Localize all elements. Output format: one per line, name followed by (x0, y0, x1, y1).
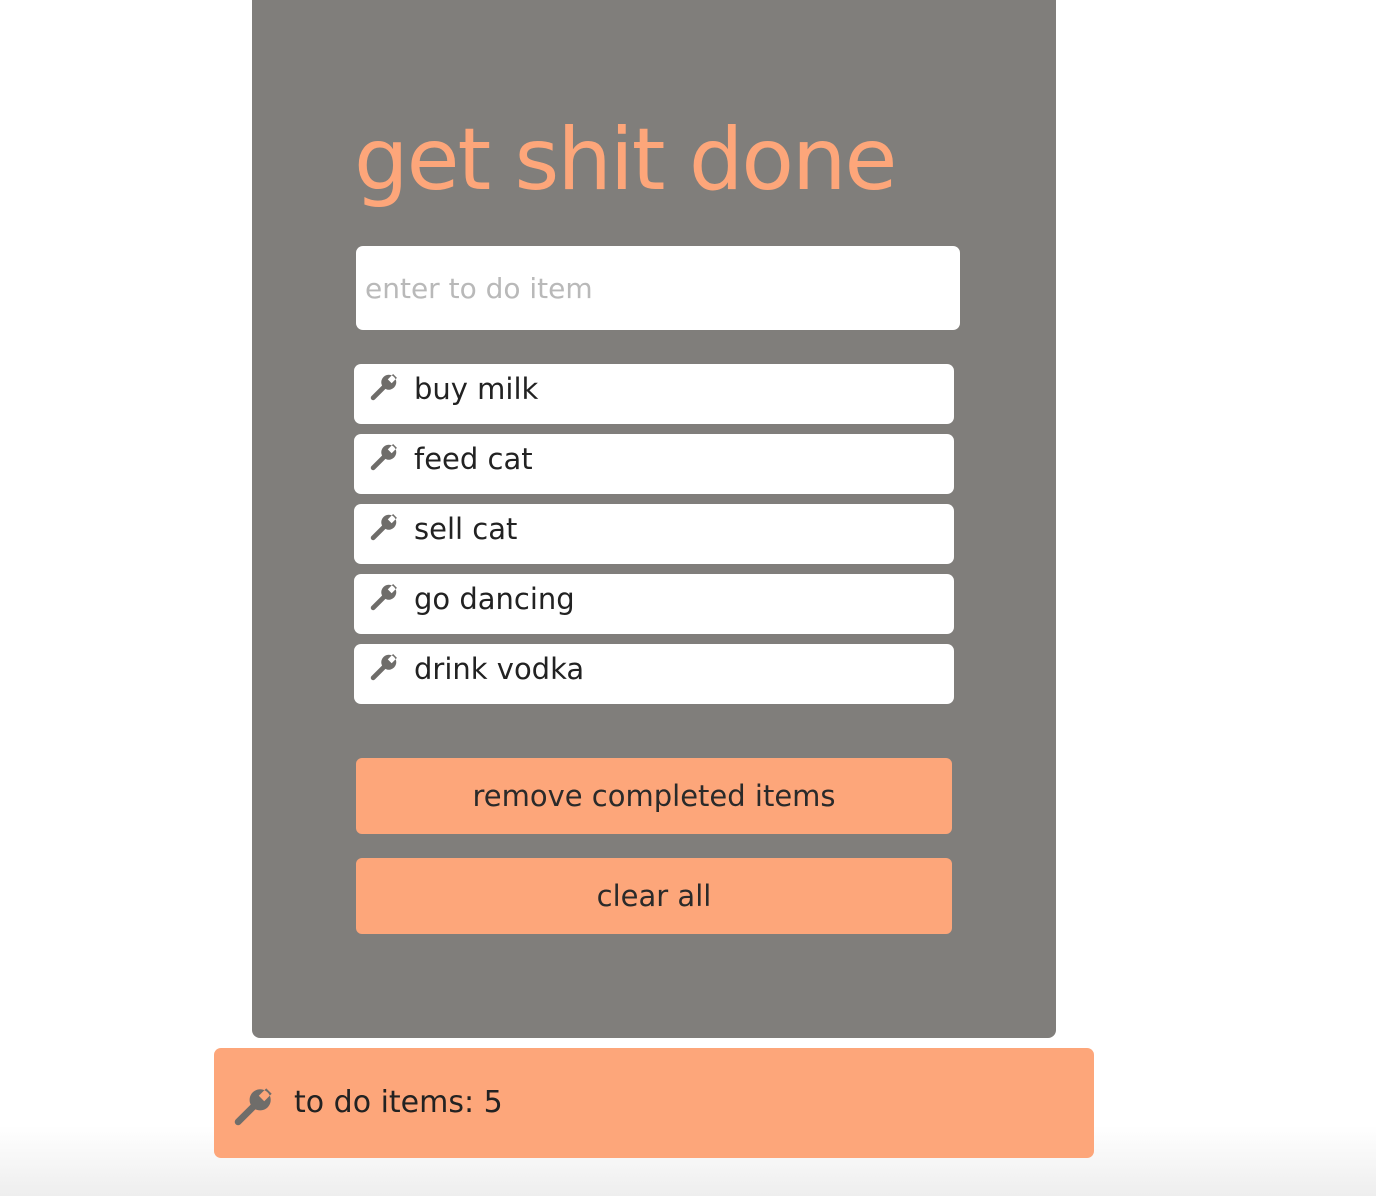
todo-item-label: go dancing (414, 582, 575, 616)
todo-item[interactable]: go dancing (354, 574, 954, 634)
todo-app-panel: get shit done buy milk feed cat (252, 0, 1056, 1038)
wrench-icon (370, 514, 397, 541)
todo-count-text: to do items: 5 (294, 1085, 503, 1120)
todo-item-label: sell cat (414, 512, 518, 546)
app-title: get shit done (354, 110, 897, 210)
todo-item-label: drink vodka (414, 652, 585, 686)
wrench-icon (370, 584, 397, 611)
todo-item[interactable]: sell cat (354, 504, 954, 564)
wrench-icon (370, 654, 397, 681)
todo-item-label: feed cat (414, 442, 533, 476)
todo-item[interactable]: buy milk (354, 364, 954, 424)
todo-count-bar: to do items: 5 (214, 1048, 1094, 1158)
wrench-icon (370, 444, 397, 471)
wrench-icon (370, 374, 397, 401)
todo-item[interactable]: drink vodka (354, 644, 954, 704)
todo-item-label: buy milk (414, 372, 539, 406)
todo-list: buy milk feed cat sell cat go dancing dr… (354, 364, 954, 714)
remove-completed-button[interactable]: remove completed items (356, 758, 952, 834)
clear-all-button[interactable]: clear all (356, 858, 952, 934)
todo-input[interactable] (356, 246, 960, 330)
wrench-icon (234, 1088, 272, 1126)
todo-item[interactable]: feed cat (354, 434, 954, 494)
